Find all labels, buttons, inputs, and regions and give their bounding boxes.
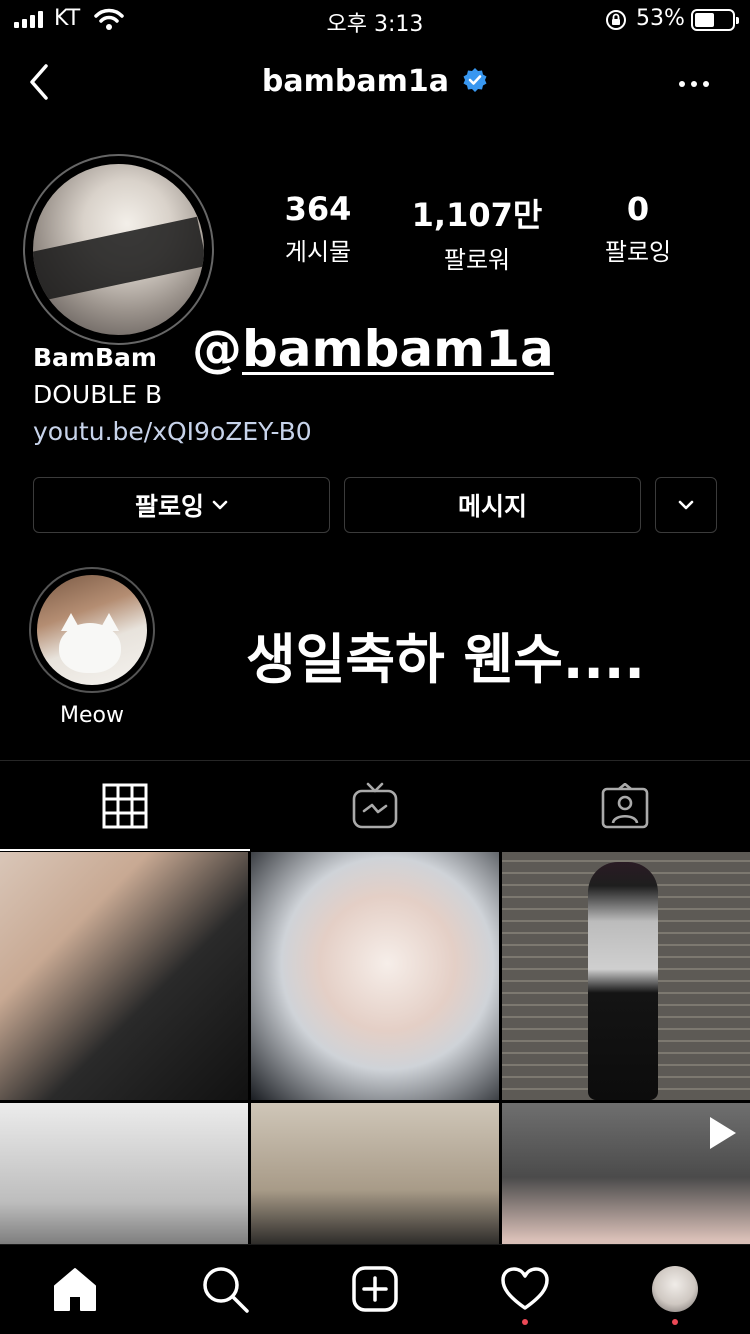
chevron-down-icon — [678, 500, 694, 510]
stat-value: 1,107만 — [411, 196, 543, 234]
post-thumbnail[interactable] — [251, 852, 499, 1100]
stat-followers[interactable]: 1,107만 팔로워 — [407, 190, 547, 275]
stat-label: 게시물 — [284, 238, 352, 266]
post-thumbnail[interactable] — [502, 852, 750, 1100]
stat-following[interactable]: 0 팔로잉 — [568, 190, 708, 267]
nav-activity[interactable] — [495, 1263, 555, 1325]
verified-badge-icon — [462, 67, 488, 97]
notification-dot — [522, 1319, 528, 1325]
bottom-nav — [0, 1244, 750, 1334]
nav-search[interactable] — [195, 1263, 255, 1315]
stat-label: 팔로워 — [443, 246, 511, 274]
nav-profile[interactable] — [645, 1263, 705, 1325]
video-play-icon — [710, 1117, 736, 1149]
home-icon — [54, 1268, 96, 1311]
battery-percent: 53% — [636, 6, 685, 31]
battery-icon — [691, 9, 739, 31]
notification-dot — [672, 1319, 678, 1325]
suggested-dropdown-button[interactable] — [655, 477, 717, 533]
post-grid — [0, 852, 750, 1334]
handle-text: bambam1a — [242, 320, 554, 378]
stat-value: 364 — [284, 190, 352, 228]
igtv-icon — [352, 782, 398, 829]
following-label: 팔로잉 — [134, 492, 204, 521]
caption-overlay: 생일축하 웬수.... — [246, 628, 645, 691]
at-sign: @ — [192, 320, 242, 378]
message-label: 메시지 — [457, 492, 527, 521]
bio-link[interactable]: youtu.be/xQI9oZEY-B0 — [33, 417, 312, 446]
stat-value: 0 — [626, 190, 650, 228]
orientation-lock-icon — [604, 8, 628, 36]
following-button[interactable]: 팔로잉 — [33, 477, 330, 533]
ellipsis-icon[interactable] — [676, 66, 712, 102]
highlight-thumbnail[interactable] — [37, 575, 147, 685]
tab-tagged[interactable] — [500, 761, 750, 851]
tab-grid[interactable] — [0, 761, 250, 851]
search-icon — [203, 1267, 249, 1313]
profile-header: bambam1a — [0, 56, 750, 112]
highlight-label: Meow — [60, 703, 124, 728]
add-post-icon — [352, 1266, 398, 1312]
nav-add[interactable] — [345, 1263, 405, 1315]
heart-icon — [501, 1267, 549, 1310]
stat-posts[interactable]: 364 게시물 — [248, 190, 388, 267]
status-bar: KT 오후 3:13 53% — [0, 0, 750, 40]
profile-avatar[interactable] — [33, 164, 204, 335]
chevron-down-icon — [212, 500, 228, 510]
handle-overlay: @bambam1a — [192, 320, 554, 378]
profile-avatar — [652, 1266, 698, 1312]
tab-igtv[interactable] — [250, 761, 500, 851]
grid-icon — [102, 783, 148, 829]
message-button[interactable]: 메시지 — [344, 477, 641, 533]
content-tabs — [0, 760, 750, 851]
nav-home[interactable] — [45, 1263, 105, 1315]
page-title: bambam1a — [261, 64, 449, 99]
tagged-icon — [601, 783, 649, 829]
display-name: BamBam — [33, 343, 157, 372]
stat-label: 팔로잉 — [604, 238, 672, 266]
bio-text: DOUBLE B — [33, 380, 163, 409]
post-thumbnail[interactable] — [0, 852, 248, 1100]
